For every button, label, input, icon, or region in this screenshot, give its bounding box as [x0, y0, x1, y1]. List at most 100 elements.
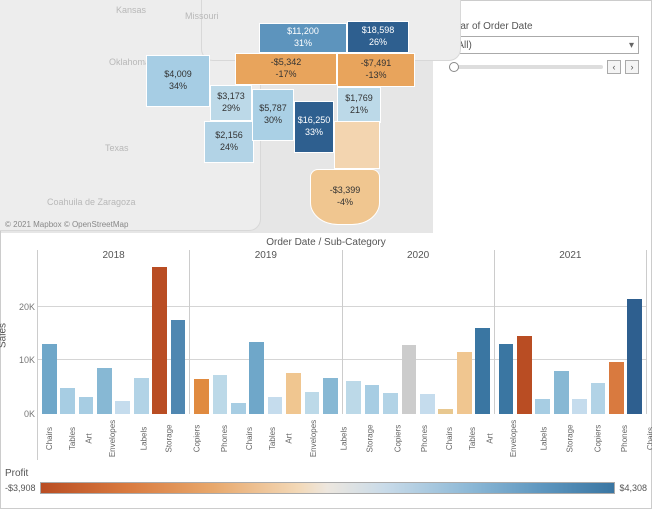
filter-panel: Year of Order Date (All) ‹ › — [433, 1, 651, 233]
year-group-2020 — [343, 264, 495, 414]
bar-2018-Storage[interactable] — [134, 378, 149, 414]
slider-prev-button[interactable]: ‹ — [607, 60, 621, 74]
x-label: Copiers — [393, 425, 402, 453]
bar-2018-Copiers[interactable] — [152, 267, 167, 414]
bar-2018-Art[interactable] — [79, 397, 94, 414]
state-LA[interactable]: $2,15624% — [204, 121, 254, 163]
bar-2018-Labels[interactable] — [115, 401, 130, 414]
x-label: Labels — [539, 427, 548, 451]
bar-2019-Tables[interactable] — [213, 375, 228, 414]
x-label: Phones — [220, 425, 229, 452]
x-label: Storage — [365, 424, 374, 452]
x-label: Art — [285, 433, 294, 443]
state-TN[interactable]: -$5,342-17% — [235, 53, 337, 85]
bar-2019-Storage[interactable] — [286, 373, 301, 414]
bar-2020-Labels[interactable] — [420, 394, 435, 414]
bar-2019-Labels[interactable] — [268, 397, 283, 414]
x-label: Envelopes — [109, 420, 118, 457]
x-label: Chairs — [445, 427, 454, 450]
map-bg-label: Coahuila de Zaragoza — [47, 197, 136, 207]
bar-2018-Envelopes[interactable] — [97, 368, 112, 414]
state-FL[interactable]: -$3,399-4% — [310, 169, 380, 225]
choropleth-map[interactable]: Kansas Missouri Oklahoma Texas Coahuila de Z… — [1, 1, 433, 233]
bar-2020-Art[interactable] — [383, 393, 398, 414]
chart-title: Order Date / Sub-Category — [5, 237, 647, 248]
bar-2018-Phones[interactable] — [171, 320, 186, 414]
x-label: Tables — [68, 427, 77, 450]
bar-2020-Chairs[interactable] — [346, 381, 361, 414]
map-bg-label: Missouri — [185, 11, 219, 21]
y-axis-label: Sales — [0, 323, 9, 348]
x-label: Labels — [139, 427, 148, 451]
x-label: Copiers — [193, 425, 202, 453]
x-label: Tables — [469, 427, 478, 450]
bar-2018-Chairs[interactable] — [42, 344, 57, 414]
x-label: Storage — [565, 424, 574, 452]
bar-2019-Chairs[interactable] — [194, 379, 209, 414]
map-bg-label: Texas — [105, 143, 129, 153]
legend-max: $4,308 — [619, 483, 647, 493]
x-label: Tables — [268, 427, 277, 450]
x-label: Envelopes — [509, 420, 518, 457]
x-label: Envelopes — [309, 420, 318, 457]
year-header-2020: 2020 — [343, 250, 495, 264]
map-bg-label: Oklahoma — [109, 57, 150, 67]
bar-2021-Tables[interactable] — [517, 336, 532, 414]
year-header-2018: 2018 — [38, 250, 190, 264]
legend-gradient — [40, 482, 616, 494]
y-tick: 0K — [24, 409, 35, 419]
bar-2021-Art[interactable] — [535, 399, 550, 414]
bar-2021-Copiers[interactable] — [609, 362, 624, 415]
x-label: Chairs — [45, 427, 54, 450]
year-slider[interactable] — [449, 65, 603, 69]
state-VA[interactable]: $18,59826% — [347, 21, 409, 53]
state-SC[interactable]: $1,76921% — [337, 87, 381, 123]
slider-next-button[interactable]: › — [625, 60, 639, 74]
x-label: Art — [485, 433, 494, 443]
bar-2019-Art[interactable] — [231, 403, 246, 414]
bar-chart[interactable]: Sales 0K10K20K 2018201920202021 ChairsTa… — [5, 250, 647, 460]
bar-2021-Envelopes[interactable] — [554, 371, 569, 414]
x-label: Storage — [165, 424, 174, 452]
bar-2021-Phones[interactable] — [627, 299, 642, 414]
state-TX[interactable]: $4,00934% — [146, 55, 210, 107]
bar-2019-Phones[interactable] — [323, 378, 338, 414]
state-MS[interactable]: $5,78730% — [252, 89, 294, 141]
bar-2021-Labels[interactable] — [572, 399, 587, 414]
bar-2019-Envelopes[interactable] — [249, 342, 264, 414]
bar-2019-Copiers[interactable] — [305, 392, 320, 415]
x-label: Chairs — [245, 427, 254, 450]
x-label: Phones — [620, 425, 629, 452]
filter-title: Year of Order Date — [449, 21, 639, 32]
y-tick: 20K — [19, 302, 35, 312]
bar-2021-Storage[interactable] — [591, 383, 606, 414]
state-AL[interactable]: $16,25033% — [294, 101, 334, 153]
x-label: Phones — [420, 425, 429, 452]
bar-2021-Chairs[interactable] — [499, 344, 514, 414]
bar-2018-Tables[interactable] — [60, 388, 75, 414]
map-attribution: © 2021 Mapbox © OpenStreetMap — [5, 220, 128, 229]
map-bg-label: Kansas — [116, 5, 146, 15]
bar-2020-Copiers[interactable] — [457, 352, 472, 414]
state-GA[interactable] — [334, 121, 380, 169]
bar-2020-Phones[interactable] — [475, 328, 490, 414]
year-group-2019 — [190, 264, 342, 414]
bar-2020-Envelopes[interactable] — [402, 345, 417, 414]
state-NC[interactable]: -$7,491-13% — [337, 53, 415, 87]
x-label: Art — [85, 433, 94, 443]
legend-min: -$3,908 — [5, 483, 36, 493]
year-header-2021: 2021 — [495, 250, 647, 264]
x-label: Labels — [339, 427, 348, 451]
state-AR[interactable]: $3,17329% — [210, 85, 252, 121]
bar-2020-Tables[interactable] — [365, 385, 380, 414]
x-label: Chairs — [646, 427, 652, 450]
legend-title: Profit — [5, 468, 647, 479]
year-group-2021 — [495, 264, 647, 414]
year-group-2018 — [38, 264, 190, 414]
x-label: Copiers — [593, 425, 602, 453]
state-KY[interactable]: $11,20031% — [259, 23, 347, 53]
profit-legend: Profit -$3,908 $4,308 — [5, 468, 647, 506]
y-tick: 10K — [19, 355, 35, 365]
year-select[interactable]: (All) — [449, 36, 639, 54]
year-header-2019: 2019 — [190, 250, 342, 264]
